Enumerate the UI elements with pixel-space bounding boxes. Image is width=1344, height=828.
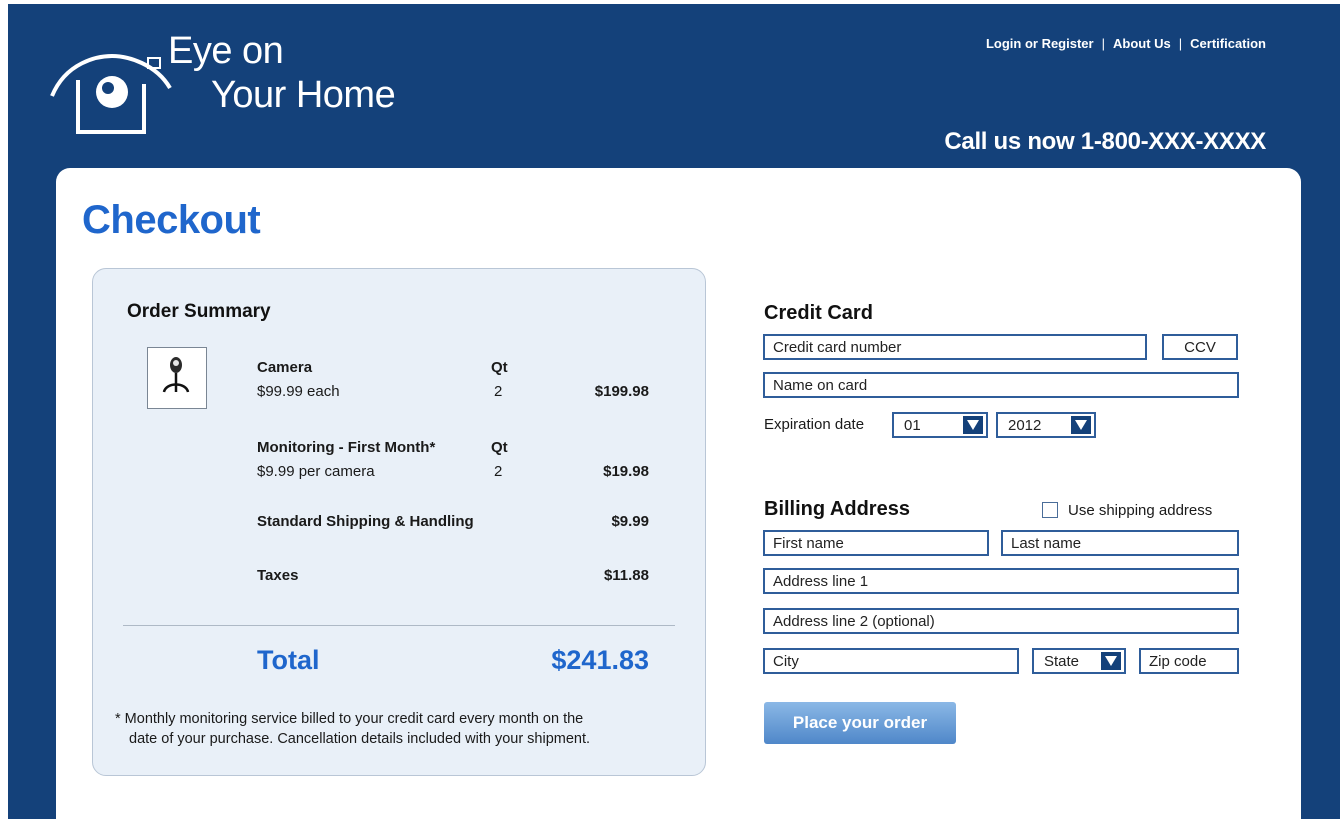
footnote-line1: * Monthly monitoring service billed to y… [115,711,584,727]
use-shipping-address-checkbox[interactable] [1042,502,1058,518]
expiration-month-select[interactable]: 01 [892,412,988,438]
certification-link[interactable]: Certification [1190,36,1266,51]
monitoring-unit-price: $9.99 per camera [257,463,375,480]
credit-card-number-field[interactable] [763,334,1147,360]
address-line2-field[interactable] [763,608,1239,634]
site-logo[interactable]: Eye on Your Home [48,22,468,142]
place-order-button[interactable]: Place your order [764,702,956,744]
expiration-month-value: 01 [904,417,921,434]
total-value: $241.83 [551,645,649,675]
camera-qty: 2 [494,383,503,400]
camera-thumbnail [147,347,207,409]
city-field[interactable] [763,648,1019,674]
state-select[interactable]: State [1032,648,1126,674]
ccv-field[interactable] [1162,334,1238,360]
use-shipping-address-label: Use shipping address [1068,502,1213,519]
top-nav: Login or Register | About Us | Certification [986,36,1266,51]
nav-separator: | [1101,36,1105,51]
monitoring-line-total: $19.98 [603,463,649,480]
expiration-year-value: 2012 [1008,417,1042,434]
logo-text-line2: Your Home [211,74,396,116]
expiration-date-label: Expiration date [764,416,865,433]
last-name-field[interactable] [1001,530,1239,556]
taxes-label: Taxes [257,567,299,584]
about-us-link[interactable]: About Us [1113,36,1171,51]
eye-house-logo-icon [50,53,172,134]
monitoring-footnote: * Monthly monitoring service billed to y… [115,709,695,749]
camera-line-total: $199.98 [594,383,649,400]
camera-unit-price: $99.99 each [257,383,340,400]
state-value: State [1044,653,1080,670]
call-us-phone: Call us now 1-800-XXX-XXXX [944,128,1266,155]
billing-address-title: Billing Address [764,498,910,520]
shipping-label: Standard Shipping & Handling [257,513,474,530]
page-title: Checkout [82,198,261,242]
dropdown-arrow-icon [963,416,983,434]
checkout-panel: Checkout Order Summary Camera Qt $99.99 … [56,168,1301,828]
name-on-card-field[interactable] [763,372,1239,398]
order-summary-title: Order Summary [127,301,271,322]
expiration-year-select[interactable]: 2012 [996,412,1096,438]
nav-separator: | [1178,36,1183,51]
monitoring-qty: 2 [494,463,503,480]
total-label: Total [257,645,320,675]
address-line1-field[interactable] [763,568,1239,594]
shipping-price: $9.99 [611,513,649,530]
first-name-field[interactable] [763,530,989,556]
camera-item-name: Camera [257,359,313,376]
logo-text-line1: Eye on [168,30,284,72]
dropdown-arrow-icon [1071,416,1091,434]
dropdown-arrow-icon [1101,652,1121,670]
zip-code-field[interactable] [1139,648,1239,674]
monitoring-qt-label: Qt [491,439,508,456]
camera-qt-label: Qt [491,359,508,376]
webcam-icon [162,357,190,393]
taxes-price: $11.88 [603,567,649,584]
footnote-line2: date of your purchase. Cancellation deta… [129,731,591,747]
order-summary-box: Order Summary Camera Qt $99.99 each 2 $1… [92,268,706,776]
login-register-link[interactable]: Login or Register [986,36,1094,51]
credit-card-title: Credit Card [764,302,873,324]
monitoring-item-name: Monitoring - First Month* [257,439,436,456]
summary-divider [123,625,675,626]
